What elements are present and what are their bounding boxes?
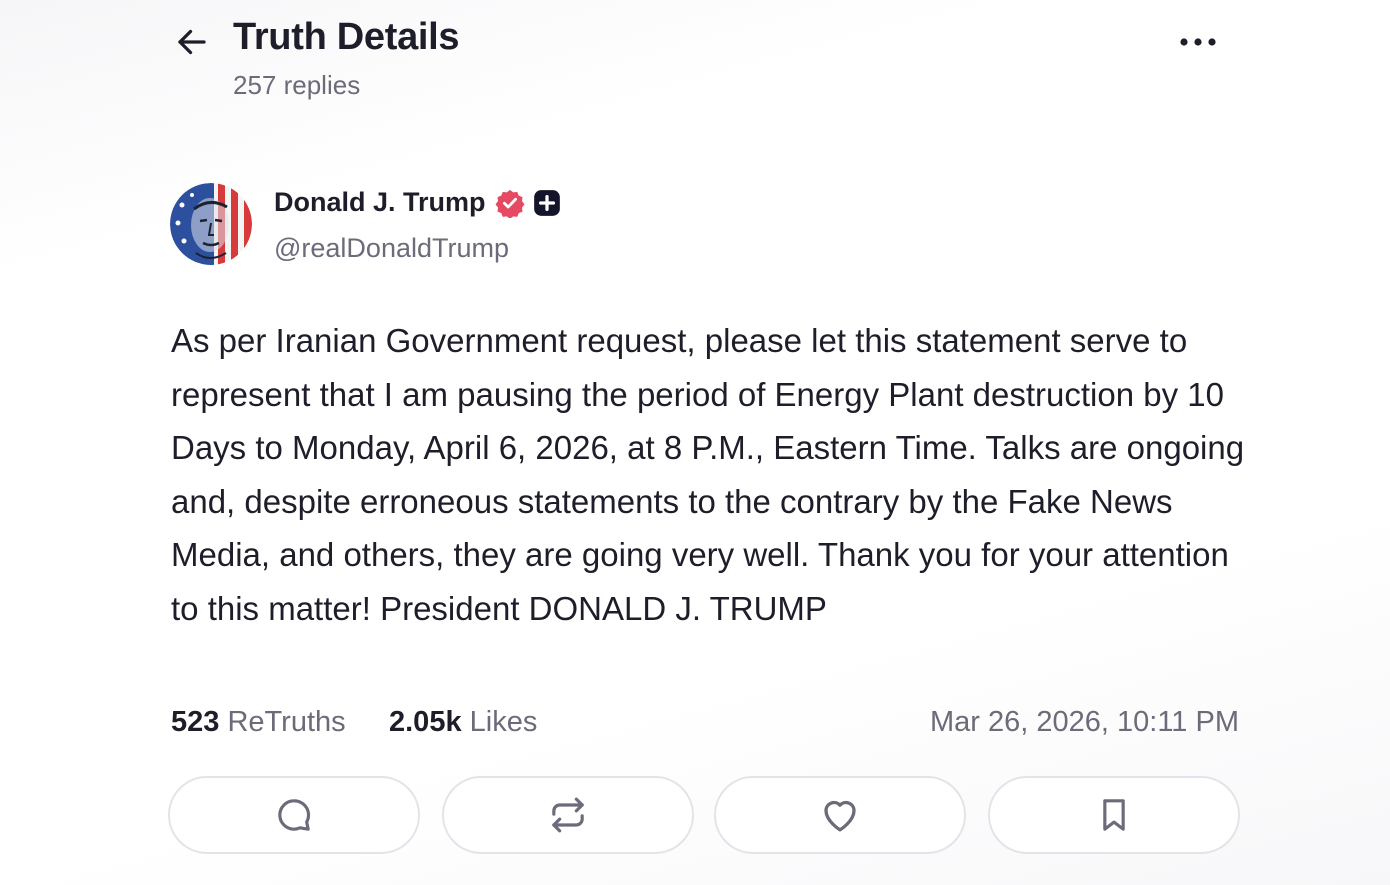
likes-label: Likes (469, 706, 538, 738)
ellipsis-icon (1180, 38, 1216, 46)
post-text: As per Iranian Government request, pleas… (171, 322, 1245, 627)
plus-badge-icon (533, 189, 561, 217)
more-options-button[interactable] (1172, 22, 1224, 62)
avatar[interactable] (170, 183, 252, 265)
reply-icon (278, 799, 311, 831)
author-name[interactable]: Donald J. Trump (274, 187, 486, 218)
verified-badge-icon (495, 188, 525, 218)
reply-button[interactable] (168, 776, 420, 854)
retruth-button[interactable] (442, 776, 694, 854)
back-button[interactable] (170, 20, 214, 64)
flag-portrait-avatar (170, 183, 252, 265)
retruths-count: 523 (171, 706, 220, 738)
likes-count: 2.05k (389, 706, 462, 738)
page-header: Truth Details 257 replies (170, 14, 1220, 114)
like-button[interactable] (714, 776, 966, 854)
heart-icon (824, 800, 856, 832)
post-actions (168, 776, 1242, 858)
bookmark-button[interactable] (988, 776, 1240, 854)
retruths-stat[interactable]: 523 ReTruths (171, 706, 346, 739)
author-handle[interactable]: @realDonaldTrump (274, 233, 509, 264)
page-title: Truth Details (233, 16, 460, 58)
post-author: Donald J. Trump @realDonaldTrump (170, 183, 870, 267)
replies-count: 257 replies (233, 70, 361, 100)
bookmark-icon (1103, 799, 1125, 831)
post-stats: 523 ReTruths 2.05k Likes Mar 26, 2026, 1… (171, 706, 1239, 746)
arrow-left-icon (178, 29, 206, 55)
retruths-label: ReTruths (227, 706, 346, 738)
likes-stat[interactable]: 2.05k Likes (389, 706, 537, 739)
author-name-row: Donald J. Trump (274, 187, 561, 218)
post-timestamp: Mar 26, 2026, 10:11 PM (930, 706, 1239, 738)
retruth-icon (552, 797, 584, 833)
